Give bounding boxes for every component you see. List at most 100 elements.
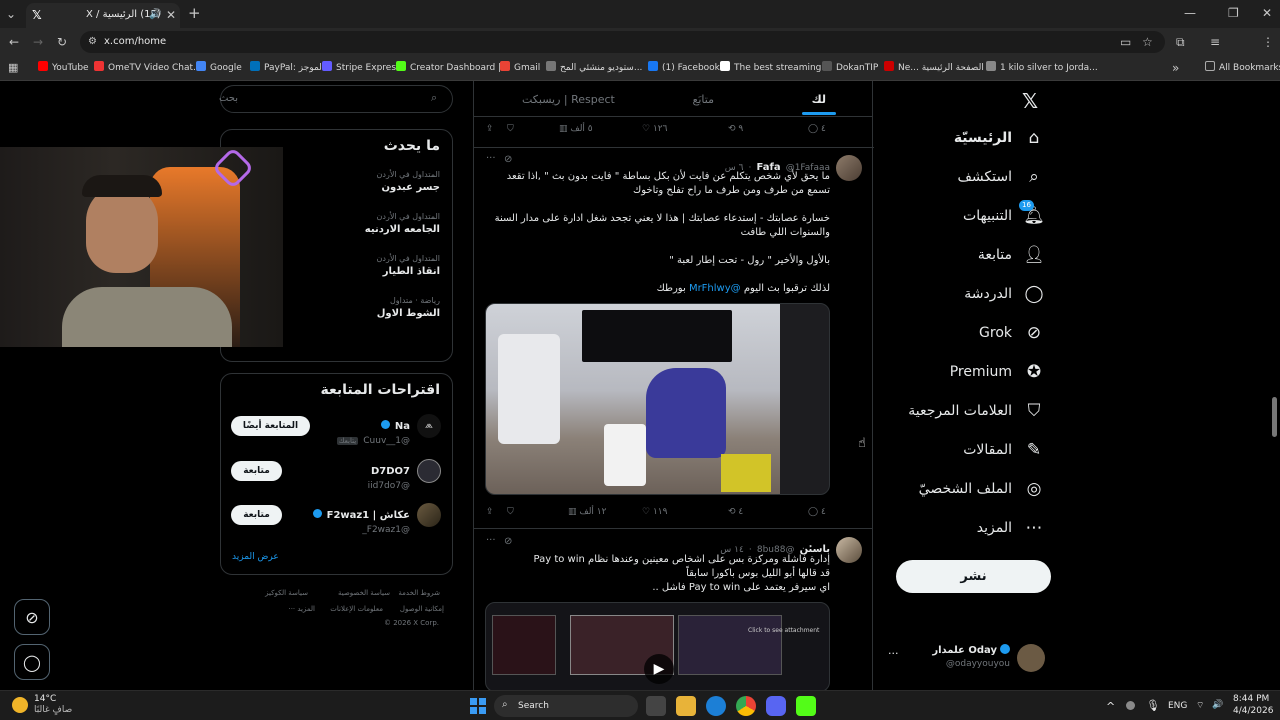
start-button[interactable] <box>470 698 486 714</box>
tab-respect[interactable]: ريسبكت | Respect <box>522 93 615 106</box>
play-icon[interactable]: ▶ <box>644 654 674 684</box>
grok-icon[interactable]: ⊘ <box>504 154 512 165</box>
clock-time[interactable]: 8:44 PM <box>1233 694 1269 704</box>
nav-item-article[interactable]: ✎ المقالات <box>963 434 1044 466</box>
bookmark-item[interactable]: YouTube <box>38 61 89 73</box>
nav-item-add-user[interactable]: 👤︎ متابعة <box>978 239 1045 271</box>
bookmark-item[interactable]: OmeTV Video Chat... <box>94 61 202 73</box>
url-text[interactable]: x.com/home <box>104 36 166 47</box>
bookmark-icon[interactable]: ⛉ <box>507 124 514 134</box>
taskbar-search[interactable]: ⌕ Search <box>494 695 638 717</box>
follow-suggestion[interactable]: عكاش | F2waz1 @F2waz1_ متابعة <box>221 499 452 535</box>
ads-info-link[interactable]: معلومات الإعلانات <box>330 605 383 613</box>
new-tab-icon[interactable]: + <box>188 6 201 21</box>
accessibility-link[interactable]: إمكانية الوصول <box>400 605 444 613</box>
kick-icon[interactable] <box>796 696 816 716</box>
privacy-link[interactable]: سياسة الخصوصية <box>338 589 390 597</box>
account-switcher[interactable]: Oday علمدار @odayyouyou ··· <box>886 641 1056 677</box>
share-icon[interactable]: ⇪ <box>486 124 494 134</box>
nav-item-search[interactable]: ⌕ استكشف <box>957 161 1044 193</box>
grok-floating-button[interactable]: ⊘ <box>14 599 50 635</box>
tweet-media[interactable] <box>485 303 830 495</box>
messages-floating-button[interactable]: ◯ <box>14 644 50 680</box>
discord-icon[interactable] <box>766 696 786 716</box>
bookmarks-overflow-icon[interactable]: » <box>1172 61 1179 75</box>
bookmark-item[interactable]: Creator Dashboard |... <box>396 61 510 73</box>
chrome-icon[interactable] <box>736 696 756 716</box>
scrollbar-thumb[interactable] <box>1272 397 1277 437</box>
tab-following[interactable]: متابَع <box>693 93 714 106</box>
window-close-icon[interactable]: ✕ <box>1262 6 1272 20</box>
media-icon[interactable]: ≡ <box>1210 35 1220 49</box>
browser-tab[interactable]: 𝕏 (15) الرئيسية / X 🔊 ✕ <box>26 3 180 28</box>
tab-for-you[interactable]: لك <box>812 93 826 106</box>
apps-grid-icon[interactable]: ▦ <box>8 61 18 75</box>
nav-item-bookmark[interactable]: ⛉ العلامات المرجعية <box>908 395 1044 427</box>
site-info-icon[interactable]: ⚙ <box>88 35 97 49</box>
task-view-icon[interactable] <box>646 696 666 716</box>
minimize-icon[interactable]: — <box>1184 6 1196 20</box>
network-icon[interactable]: ⌔ <box>1196 700 1204 711</box>
x-logo-icon[interactable]: 𝕏 <box>1022 89 1038 113</box>
weather-icon[interactable] <box>12 697 28 713</box>
views-stat[interactable]: ▥ ١٢ ألف <box>568 507 606 517</box>
nav-item-more[interactable]: ⋯ المزيد <box>977 512 1044 544</box>
bookmark-item[interactable]: Gmail <box>500 61 540 73</box>
grok-icon[interactable]: ⊘ <box>504 536 512 547</box>
tweet-avatar[interactable] <box>836 155 862 181</box>
bookmark-item[interactable]: 1 kilo silver to Jorda... <box>986 61 1098 73</box>
tray-app-icon[interactable] <box>1126 701 1135 710</box>
bookmark-item[interactable]: The best streaming... <box>720 61 830 73</box>
bookmark-item[interactable]: PayPal: الموجز <box>250 61 324 73</box>
tab-close-icon[interactable]: ✕ <box>166 8 176 22</box>
tweet-avatar[interactable] <box>836 537 862 563</box>
chrome-menu-icon[interactable]: ⋮ <box>1262 35 1274 49</box>
follow-button[interactable]: متابعة <box>231 461 282 481</box>
bookmark-item[interactable]: (1) Facebook <box>648 61 720 73</box>
repost-stat[interactable]: ⟲ ٩ <box>728 124 743 134</box>
search-input[interactable]: بحث ⌕ <box>219 85 453 113</box>
bookmark-item[interactable]: Stripe Express <box>322 61 401 73</box>
microphone-icon[interactable]: 🎙 <box>1146 699 1160 712</box>
nav-item-profile[interactable]: ◎ الملف الشخصيّ <box>919 473 1044 505</box>
share-icon[interactable]: ⇪ <box>486 507 494 517</box>
forward-icon[interactable]: → <box>33 35 43 49</box>
tweet-more-icon[interactable]: ··· <box>486 535 496 546</box>
edge-icon[interactable] <box>706 696 726 716</box>
nav-item-premium[interactable]: ✪ Premium <box>950 356 1044 388</box>
weather-desc[interactable]: صافٍ غالبًا <box>34 705 72 715</box>
more-link[interactable]: المزيد ··· <box>288 605 315 613</box>
bookmark-item[interactable]: DokanTIP <box>822 61 878 73</box>
follow-suggestion[interactable]: ⩕ Na @Cuuv__1 يتابعك المتابعة أيضًا <box>221 410 452 446</box>
tweet-basin[interactable]: باسىٔن @8bu88 · ١٤ س ⊘ ··· إدارة فاشلة و… <box>474 529 872 690</box>
follow-button[interactable]: متابعة <box>231 505 282 525</box>
language-indicator[interactable]: ENG <box>1168 701 1187 711</box>
extensions-icon[interactable]: ⧉ <box>1176 35 1185 49</box>
weather-temp[interactable]: 14°C <box>34 694 56 704</box>
cast-icon[interactable]: ▭ <box>1120 35 1131 49</box>
reply-stat[interactable]: ◯ ٤ <box>808 507 826 517</box>
mention-link[interactable]: @MrFhlwy <box>689 283 741 294</box>
back-icon[interactable]: ← <box>9 35 19 49</box>
nav-item-grok[interactable]: ⊘ Grok <box>979 317 1044 349</box>
views-stat[interactable]: ▥ ٥ ألف <box>559 124 593 134</box>
bookmark-item[interactable]: Ne... الصفحة الرئيسية <box>884 61 984 73</box>
bookmark-icon[interactable]: ⛉ <box>507 507 514 517</box>
nav-item-chat[interactable]: ◯ الدردشة <box>964 278 1044 310</box>
restore-icon[interactable]: ❐ <box>1228 6 1239 20</box>
audio-icon[interactable]: 🔊 <box>149 8 161 22</box>
repost-stat[interactable]: ⟲ ٤ <box>728 507 743 517</box>
like-stat[interactable]: ♡ ١١٩ <box>642 507 667 517</box>
cookies-link[interactable]: سياسة الكوكيز <box>265 589 308 597</box>
tab-search-icon[interactable]: ⌄ <box>6 7 16 21</box>
follow-suggestion[interactable]: D7DO7 @iid7do7 متابعة <box>221 455 452 491</box>
nav-item-home[interactable]: ⌂ الرئيسيّة <box>954 122 1044 154</box>
tray-overflow-icon[interactable]: ^ <box>1106 700 1115 713</box>
terms-link[interactable]: شروط الخدمة <box>398 589 440 597</box>
omnibox[interactable]: ⚙ x.com/home ▭ ☆ <box>80 31 1165 53</box>
bookmark-star-icon[interactable]: ☆ <box>1142 35 1153 49</box>
account-more-icon[interactable]: ··· <box>888 647 899 660</box>
tweet-video[interactable]: Click to see attachment ▶ <box>485 602 830 690</box>
tweet-more-icon[interactable]: ··· <box>486 153 496 164</box>
file-explorer-icon[interactable] <box>676 696 696 716</box>
